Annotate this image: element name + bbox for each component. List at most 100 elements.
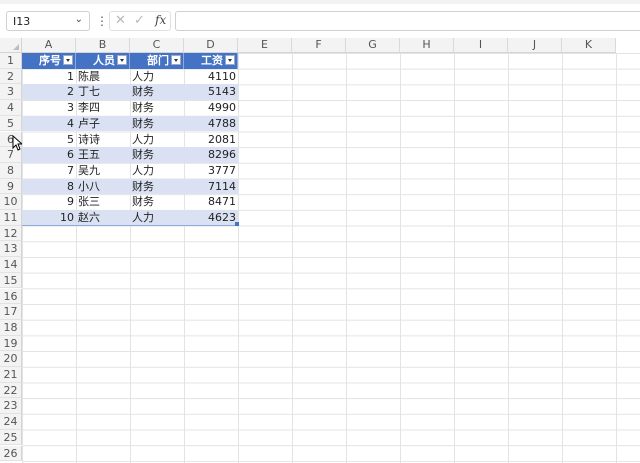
cell-salary[interactable]: 5143	[184, 84, 238, 100]
cell-dept[interactable]: 人力	[130, 210, 184, 226]
row-header-17[interactable]: 17	[0, 304, 22, 320]
filter-dropdown-icon[interactable]	[171, 55, 181, 65]
row-header-10[interactable]: 10	[0, 194, 22, 210]
cell-dept[interactable]: 人力	[130, 163, 184, 179]
cell-dept[interactable]: 人力	[130, 132, 184, 148]
table-resize-handle[interactable]	[235, 221, 239, 226]
cell-person[interactable]: 诗诗	[76, 132, 130, 148]
check-icon[interactable]: ✓	[134, 13, 145, 28]
cancel-icon[interactable]: ✕	[115, 13, 126, 28]
mouse-cursor-icon	[12, 135, 22, 151]
cell-person[interactable]: 陈晨	[76, 69, 130, 85]
column-header-c[interactable]: C	[130, 38, 184, 53]
cell-salary[interactable]: 8471	[184, 194, 238, 210]
row-header-25[interactable]: 25	[0, 429, 22, 446]
table-header-label: 人员	[93, 54, 115, 67]
cell-dept[interactable]: 人力	[130, 69, 184, 85]
cell-salary[interactable]: 4623	[184, 210, 238, 226]
column-header-a[interactable]: A	[22, 38, 76, 53]
formula-bar: I13 ⌄ ⋮ ✕ ✓ fx	[0, 4, 640, 34]
cell-person[interactable]: 李四	[76, 100, 130, 116]
cell-person[interactable]: 吴九	[76, 163, 130, 179]
cell-dept[interactable]: 财务	[130, 116, 184, 132]
row-header-16[interactable]: 16	[0, 288, 22, 305]
cell-seq[interactable]: 7	[22, 163, 76, 179]
row-header-1[interactable]: 1	[0, 53, 22, 69]
row-header-15[interactable]: 15	[0, 272, 22, 289]
formula-input[interactable]	[175, 11, 640, 31]
column-header-j[interactable]: J	[508, 38, 562, 53]
table-header-person[interactable]: 人员	[76, 53, 130, 69]
table-header-seq[interactable]: 序号	[22, 53, 76, 69]
column-header-b[interactable]: B	[76, 38, 130, 53]
more-options-icon[interactable]: ⋮	[96, 14, 108, 28]
table-header-dept[interactable]: 部门	[130, 53, 184, 69]
row-header-23[interactable]: 23	[0, 398, 22, 415]
cell-person[interactable]: 张三	[76, 194, 130, 210]
column-header-d[interactable]: D	[184, 38, 238, 53]
cell-dept[interactable]: 财务	[130, 147, 184, 163]
row-header-11[interactable]: 11	[0, 210, 22, 226]
row-header-8[interactable]: 8	[0, 162, 22, 179]
cell-salary[interactable]: 4788	[184, 116, 238, 132]
chevron-down-icon[interactable]: ⌄	[75, 14, 83, 25]
cell-salary[interactable]: 2081	[184, 132, 238, 148]
row-header-3[interactable]: 3	[0, 84, 22, 101]
name-box[interactable]: I13 ⌄	[6, 11, 90, 31]
cell-person[interactable]: 小八	[76, 179, 130, 195]
table-header-label: 部门	[147, 54, 169, 67]
column-header-f[interactable]: F	[292, 38, 346, 53]
row-header-9[interactable]: 9	[0, 178, 22, 195]
table-header-label: 工资	[201, 54, 223, 67]
row-header-2[interactable]: 2	[0, 68, 22, 85]
cell-dept[interactable]: 财务	[130, 100, 184, 116]
row-header-22[interactable]: 22	[0, 382, 22, 399]
column-header-i[interactable]: I	[454, 38, 508, 53]
table-header-salary[interactable]: 工资	[184, 53, 238, 69]
filter-dropdown-icon[interactable]	[117, 55, 127, 65]
insert-function-icon[interactable]: fx	[155, 13, 166, 27]
row-header-4[interactable]: 4	[0, 100, 22, 116]
cell-dept[interactable]: 财务	[130, 179, 184, 195]
cell-seq[interactable]: 3	[22, 100, 76, 116]
row-header-26[interactable]: 26	[0, 445, 22, 462]
cell-seq[interactable]: 4	[22, 116, 76, 132]
cell-seq[interactable]: 8	[22, 179, 76, 195]
cell-person[interactable]: 赵六	[76, 210, 130, 226]
cell-person[interactable]: 丁七	[76, 84, 130, 100]
table-header-label: 序号	[39, 54, 61, 67]
filter-dropdown-icon[interactable]	[225, 55, 235, 65]
cell-seq[interactable]: 1	[22, 69, 76, 85]
cell-dept[interactable]: 财务	[130, 194, 184, 210]
row-header-24[interactable]: 24	[0, 414, 22, 430]
row-header-12[interactable]: 12	[0, 225, 22, 242]
row-header-21[interactable]: 21	[0, 367, 22, 383]
cell-salary[interactable]: 4990	[184, 100, 238, 116]
cell-seq[interactable]: 9	[22, 194, 76, 210]
cell-seq[interactable]: 5	[22, 132, 76, 148]
table-bottom-border	[22, 224, 238, 226]
cell-salary[interactable]: 8296	[184, 147, 238, 163]
row-header-19[interactable]: 19	[0, 335, 22, 352]
row-header-13[interactable]: 13	[0, 241, 22, 258]
column-header-h[interactable]: H	[400, 38, 454, 53]
cell-person[interactable]: 卢子	[76, 116, 130, 132]
column-header-e[interactable]: E	[238, 38, 292, 53]
cell-salary[interactable]: 4110	[184, 69, 238, 85]
select-all-corner[interactable]	[0, 38, 22, 53]
cell-seq[interactable]: 2	[22, 84, 76, 100]
filter-dropdown-icon[interactable]	[63, 55, 73, 65]
name-box-value: I13	[13, 15, 31, 28]
column-header-k[interactable]: K	[562, 38, 616, 53]
cell-person[interactable]: 王五	[76, 147, 130, 163]
row-header-20[interactable]: 20	[0, 351, 22, 367]
column-header-g[interactable]: G	[346, 38, 400, 53]
cell-seq[interactable]: 6	[22, 147, 76, 163]
cell-salary[interactable]: 3777	[184, 163, 238, 179]
row-header-14[interactable]: 14	[0, 257, 22, 273]
cell-seq[interactable]: 10	[22, 210, 76, 226]
cell-salary[interactable]: 7114	[184, 179, 238, 195]
row-header-5[interactable]: 5	[0, 115, 22, 132]
row-header-18[interactable]: 18	[0, 319, 22, 336]
cell-dept[interactable]: 财务	[130, 84, 184, 100]
